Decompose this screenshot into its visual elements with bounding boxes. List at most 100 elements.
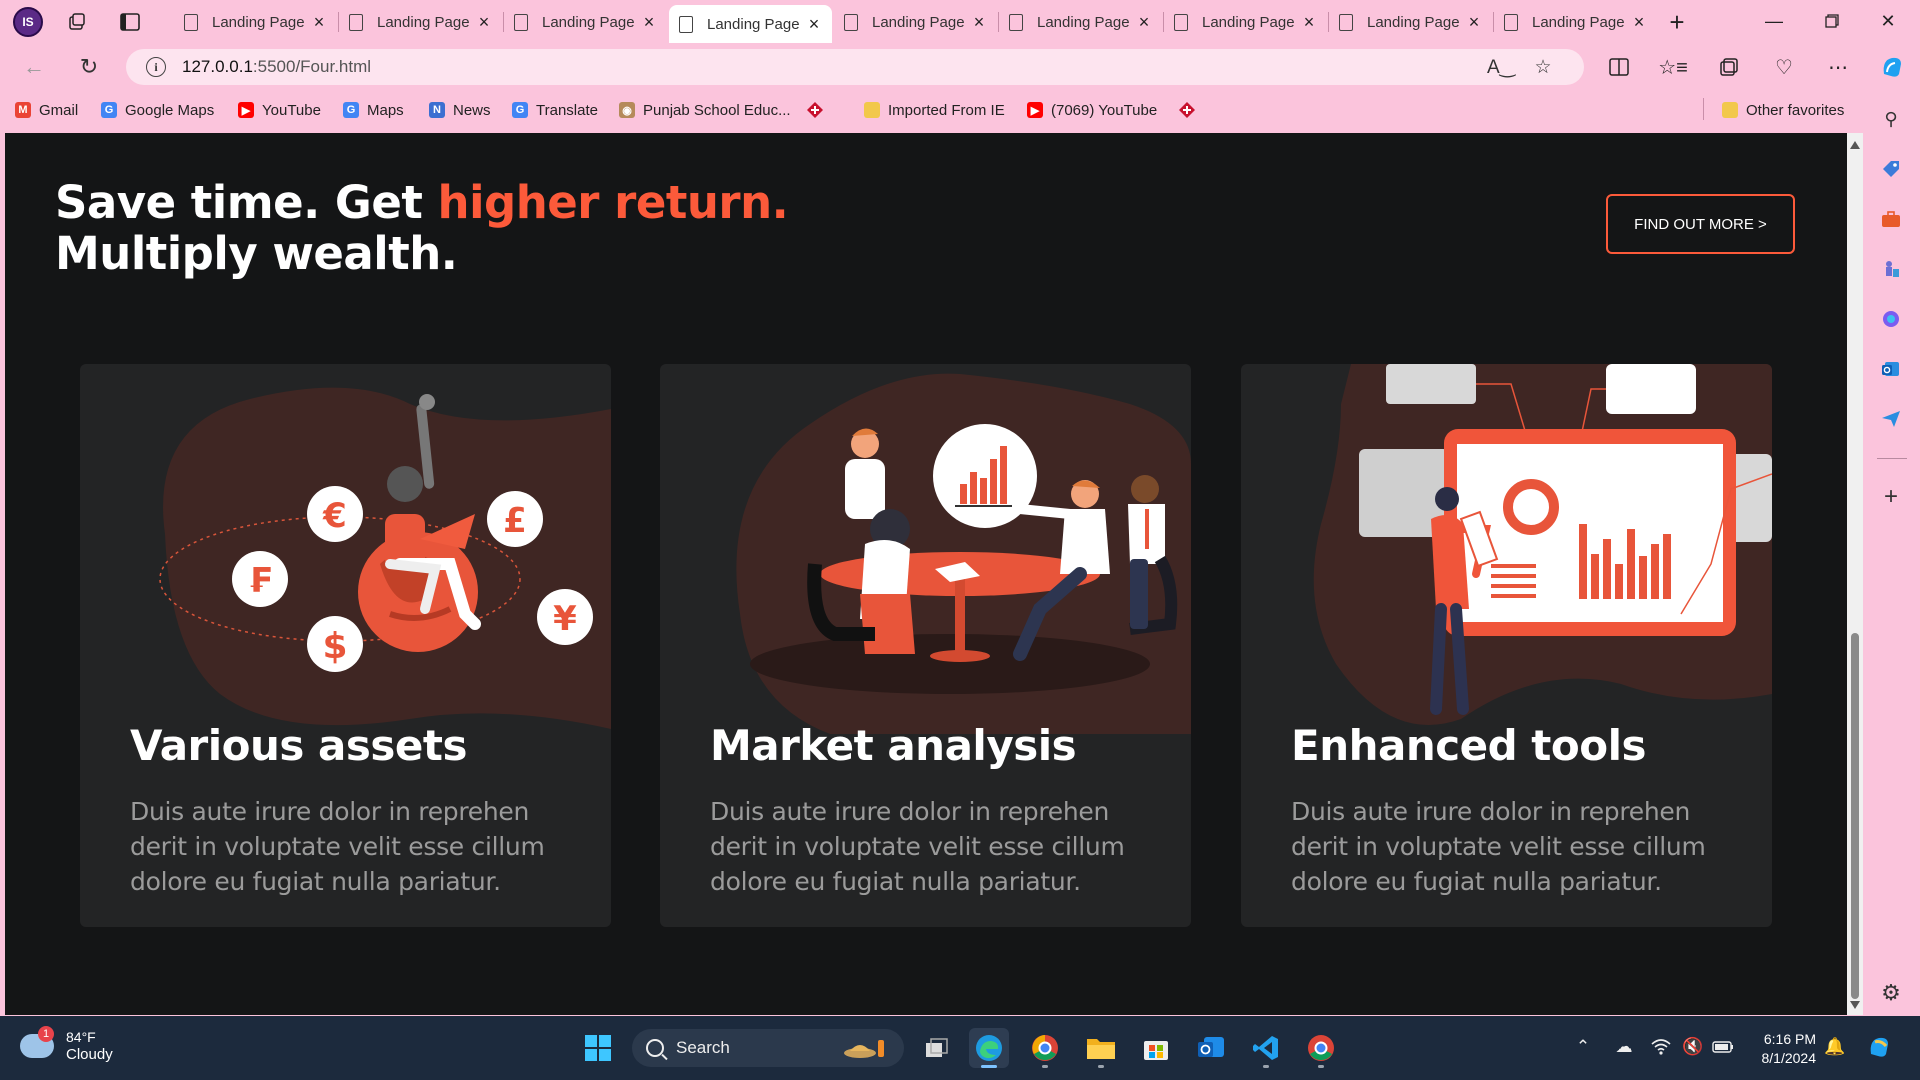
bookmark-item[interactable]: G Maps <box>343 97 404 123</box>
svg-text:£: £ <box>503 501 527 541</box>
pound-coin-icon: £ <box>487 491 543 547</box>
browser-tab[interactable]: Landing Page × <box>1329 5 1492 39</box>
taskbar-search[interactable]: Search <box>632 1029 904 1067</box>
bookmark-item[interactable]: N News <box>429 97 491 123</box>
bookmark-item[interactable]: ▶ (7069) YouTube <box>1027 97 1157 123</box>
volume-muted-icon[interactable]: 🔇 <box>1680 1034 1706 1060</box>
onedrive-offline-icon[interactable]: ☁ <box>1611 1034 1637 1060</box>
scroll-thumb[interactable] <box>1851 633 1859 999</box>
copilot-taskbar-icon[interactable] <box>1866 1034 1892 1060</box>
page-icon <box>679 15 693 33</box>
feature-card-enhanced-tools: Enhanced tools Duis aute irure dolor in … <box>1241 364 1772 927</box>
windows-start-icon[interactable] <box>578 1028 618 1068</box>
close-tab-icon[interactable]: × <box>476 12 492 33</box>
bookmarks-bar: M Gmail G Google Maps ▶ YouTube G Maps N News G Tra… <box>0 91 1920 128</box>
feature-card-market-analysis: Market analysis Duis aute irure dolor in… <box>660 364 1191 927</box>
tab-actions-icon[interactable] <box>115 7 145 37</box>
add-sidebar-app-icon[interactable]: + <box>1877 483 1905 511</box>
page-scrollbar[interactable] <box>1847 133 1863 1015</box>
close-tab-icon[interactable]: × <box>806 14 822 35</box>
page-icon <box>1504 13 1518 31</box>
microsoft-store-icon[interactable] <box>1136 1028 1176 1068</box>
scroll-down-icon[interactable] <box>1850 1001 1860 1009</box>
bookmark-item[interactable]: ◉ Punjab School Educ... <box>619 97 791 123</box>
browser-tab[interactable]: Landing Page × <box>1494 5 1657 39</box>
edge-browser-icon[interactable] <box>969 1028 1009 1068</box>
new-tab-button[interactable]: + <box>1662 7 1692 37</box>
favorite-star-icon[interactable]: ☆ <box>1528 49 1558 85</box>
address-bar[interactable]: i 127.0.0.1:5500/Four.html A‿ ☆ <box>126 49 1584 85</box>
read-aloud-icon[interactable]: A‿ <box>1486 49 1516 85</box>
close-tab-icon[interactable]: × <box>1466 12 1482 33</box>
taskbar-clock[interactable]: 6:16 PM 8/1/2024 <box>1752 1030 1817 1068</box>
find-out-more-button[interactable]: FIND OUT MORE > <box>1606 194 1795 254</box>
search-icon[interactable]: ⚲ <box>1877 105 1905 133</box>
close-tab-icon[interactable]: × <box>971 12 987 33</box>
scroll-up-icon[interactable] <box>1850 141 1860 149</box>
site-info-icon[interactable]: i <box>146 57 166 77</box>
restore-icon[interactable] <box>1812 6 1852 36</box>
tab-bar: IS Landing Page × Landing Page × Landing Pag… <box>0 0 1920 43</box>
close-tab-icon[interactable]: × <box>311 12 327 33</box>
close-window-icon[interactable]: ✕ <box>1868 6 1908 36</box>
address-url[interactable]: 127.0.0.1:5500/Four.html <box>182 57 371 77</box>
bookmark-item[interactable]: G Translate <box>512 97 598 123</box>
vscode-icon[interactable] <box>1246 1028 1286 1068</box>
bookmark-app-icon[interactable] <box>806 97 824 123</box>
wifi-icon[interactable] <box>1648 1034 1674 1060</box>
seal-icon: ◉ <box>619 102 635 118</box>
browser-tab[interactable]: Landing Page × <box>999 5 1162 39</box>
browser-essentials-icon[interactable]: ♡ <box>1768 51 1800 83</box>
browser-tab[interactable]: Landing Page × <box>339 5 502 39</box>
minimize-icon[interactable]: — <box>1754 6 1794 36</box>
split-screen-icon[interactable] <box>1603 51 1635 83</box>
tools-briefcase-icon[interactable] <box>1877 205 1905 233</box>
browser-tab[interactable]: Landing Page × <box>834 5 997 39</box>
bookmark-item[interactable]: G Google Maps <box>101 97 214 123</box>
bookmark-item[interactable]: M Gmail <box>15 97 78 123</box>
bookmark-app-icon[interactable] <box>1178 97 1196 123</box>
more-menu-icon[interactable]: ⋯ <box>1822 51 1854 83</box>
refresh-icon[interactable]: ↻ <box>73 51 105 83</box>
page-icon <box>184 13 198 31</box>
chrome-profile-icon[interactable] <box>1301 1028 1341 1068</box>
favorites-icon[interactable]: ☆≡ <box>1657 51 1689 83</box>
show-hidden-icons-chevron-icon[interactable]: ⌃ <box>1570 1034 1596 1060</box>
collections-icon[interactable] <box>1713 51 1745 83</box>
close-tab-icon[interactable]: × <box>1136 12 1152 33</box>
close-tab-icon[interactable]: × <box>1631 12 1647 33</box>
profile-avatar[interactable]: IS <box>13 7 43 37</box>
browser-tab[interactable]: Landing Page × <box>1164 5 1327 39</box>
other-favorites[interactable]: Other favorites <box>1722 97 1844 123</box>
close-tab-icon[interactable]: × <box>641 12 657 33</box>
svg-text:€: € <box>322 496 347 536</box>
browser-tab[interactable]: Landing Page × <box>504 5 667 39</box>
outlook-new-icon[interactable] <box>1191 1028 1231 1068</box>
bookmark-item[interactable]: Imported From IE <box>864 97 1005 123</box>
google-icon: G <box>343 102 359 118</box>
task-view-icon[interactable] <box>917 1028 957 1068</box>
copilot-icon[interactable] <box>1876 51 1908 83</box>
close-tab-icon[interactable]: × <box>1301 12 1317 33</box>
browser-tab[interactable]: Landing Page × <box>669 5 832 43</box>
shopping-tag-icon[interactable] <box>1877 155 1905 183</box>
workspaces-icon[interactable] <box>62 7 92 37</box>
folder-icon <box>864 102 880 118</box>
weather-widget[interactable]: 1 84°F Cloudy <box>20 1026 113 1064</box>
back-icon[interactable]: ← <box>18 51 50 83</box>
browser-tab[interactable]: Landing Page × <box>174 5 337 39</box>
games-chess-icon[interactable] <box>1877 255 1905 283</box>
battery-icon[interactable] <box>1710 1034 1736 1060</box>
sidebar-settings-gear-icon[interactable]: ⚙ <box>1877 979 1905 1007</box>
page-icon <box>1339 13 1353 31</box>
card-title: Various assets <box>130 721 467 770</box>
chrome-icon[interactable] <box>1025 1028 1065 1068</box>
bookmark-item[interactable]: ▶ YouTube <box>238 97 321 123</box>
notification-bell-icon[interactable]: 🔔 <box>1822 1034 1848 1060</box>
copilot-apps-icon[interactable] <box>1877 305 1905 333</box>
browser-toolbar: ← ↻ i 127.0.0.1:5500/Four.html A‿ ☆ ☆≡ ♡… <box>0 43 1920 91</box>
send-icon[interactable] <box>1877 405 1905 433</box>
outlook-icon[interactable] <box>1877 355 1905 383</box>
tab-title: Landing Page <box>872 13 965 31</box>
file-explorer-icon[interactable] <box>1081 1028 1121 1068</box>
